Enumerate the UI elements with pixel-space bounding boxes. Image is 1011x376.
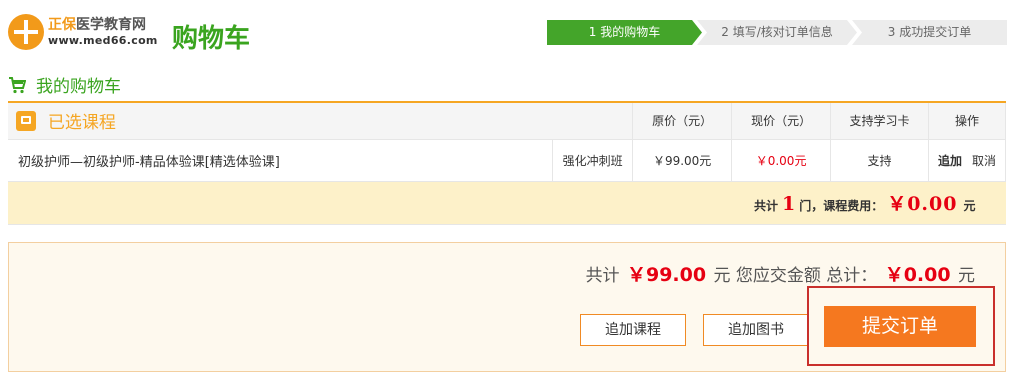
header-current-price: 现价（元）	[731, 103, 832, 140]
course-actions: 追加 取消	[928, 139, 1006, 182]
add-course-button[interactable]: 追加课程	[580, 314, 686, 346]
cart-table: 已选课程 原价（元） 现价（元） 支持学习卡 操作 初级护师—初级护师-精品体验…	[8, 103, 1006, 225]
course-study-card: 支持	[830, 139, 929, 182]
header-study-card: 支持学习卡	[830, 103, 929, 140]
selected-courses-icon	[16, 110, 36, 131]
checkout-steps: 1 我的购物车 2 填写/核对订单信息 3 成功提交订单	[547, 20, 1007, 45]
selected-courses-title: 已选课程	[47, 113, 116, 134]
site-logo[interactable]: 正保医学教育网 www.med66.com	[8, 14, 158, 50]
summary-course-fee: ￥0.00	[887, 193, 958, 215]
summary-course-count: 1	[781, 193, 796, 215]
total-amount: ￥99.00	[626, 264, 707, 286]
table-header-row: 已选课程 原价（元） 现价（元） 支持学习卡 操作	[8, 103, 1006, 140]
cart-icon	[9, 76, 26, 93]
add-book-button[interactable]: 追加图书	[703, 314, 809, 346]
logo-url: www.med66.com	[48, 34, 158, 47]
header-original-price: 原价（元）	[632, 103, 733, 140]
section-title: 我的购物车	[36, 77, 121, 97]
table-summary-row: 共计 1 门，课程费用： ￥0.00 元	[8, 181, 1006, 225]
course-original-price: ￥99.00元	[632, 139, 733, 182]
summary-unit: 元	[963, 199, 976, 213]
section-heading: 我的购物车	[8, 72, 121, 97]
course-name: 初级护师—初级护师-精品体验课[精选体验课]	[8, 139, 554, 182]
step-submit-success: 3 成功提交订单	[852, 20, 1007, 45]
add-course-link[interactable]: 追加	[938, 154, 962, 168]
step-fill-order-info: 2 填写/核对订单信息	[697, 20, 857, 45]
cancel-course-link[interactable]: 取消	[972, 154, 996, 168]
order-total-line: 共计 ￥99.00 元 您应交金额 总计： ￥0.00 元	[585, 264, 975, 286]
summary-middle: 门，课程费用：	[799, 199, 884, 213]
step-my-cart: 1 我的购物车	[547, 20, 702, 45]
header-actions: 操作	[928, 103, 1006, 140]
page-title: 购物车	[172, 24, 251, 54]
logo-icon	[8, 14, 44, 50]
table-row: 初级护师—初级护师-精品体验课[精选体验课] 强化冲刺班 ￥99.00元 ￥0.…	[8, 139, 1006, 182]
summary-prefix: 共计	[753, 199, 778, 213]
submit-order-button[interactable]: 提交订单	[824, 306, 976, 347]
course-current-price: ￥0.00元	[731, 139, 832, 182]
course-class-type: 强化冲刺班	[552, 139, 634, 182]
logo-brand-text: 正保医学教育网	[48, 17, 146, 33]
payable-amount: ￥0.00	[884, 264, 951, 286]
order-total-box: 共计 ￥99.00 元 您应交金额 总计： ￥0.00 元 追加课程 追加图书 …	[8, 242, 1006, 372]
